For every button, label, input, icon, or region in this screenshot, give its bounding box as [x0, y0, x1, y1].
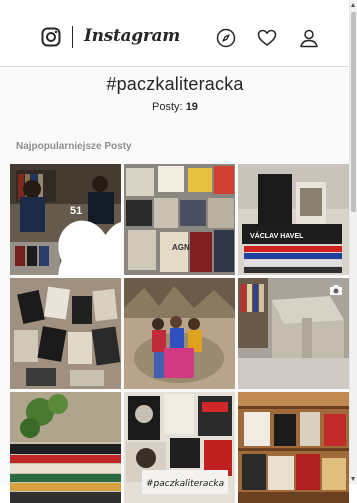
post-tile[interactable]: #paczkaliteracka [124, 392, 235, 503]
comment-filled-icon [58, 235, 121, 275]
post-photo: VÁCLAV HAVEL [238, 164, 349, 275]
book-spine-title: VÁCLAV HAVEL [250, 231, 304, 240]
post-photo [10, 392, 121, 503]
scrollbar-thumb[interactable] [351, 12, 356, 212]
post-tile[interactable] [238, 278, 349, 389]
profile-icon[interactable] [299, 28, 319, 48]
instagram-tag-page: Instagram #paczkaliteracka Posty: 19 Naj… [0, 0, 350, 503]
top-posts-heading: Najpopularniejsze Posty [16, 141, 132, 152]
compass-icon[interactable] [216, 28, 236, 48]
instagram-wordmark[interactable]: Instagram [84, 26, 180, 46]
posts-count-value: 19 [185, 101, 198, 113]
heart-icon[interactable] [257, 28, 277, 48]
posts-count: Posty: 19 [0, 101, 350, 113]
post-photo [10, 278, 121, 389]
camera-icon [330, 285, 342, 295]
top-navigation-bar: Instagram [0, 0, 350, 67]
post-tile[interactable]: 51 0 [10, 164, 121, 275]
post-tile[interactable]: AGNES [124, 164, 235, 275]
post-photo: AGNES [124, 164, 235, 275]
post-photo: #paczkaliteracka [124, 392, 235, 503]
scroll-down-arrow-icon[interactable] [351, 477, 355, 481]
post-tile[interactable]: VÁCLAV HAVEL [238, 164, 349, 275]
scroll-up-arrow-icon[interactable] [351, 3, 355, 7]
instagram-logo-icon[interactable] [41, 27, 61, 47]
post-tile[interactable] [10, 392, 121, 503]
hashtag-title: #paczkaliteracka [106, 74, 244, 94]
card-handwriting: #paczkaliteracka [146, 479, 224, 489]
posts-count-label: Posty: [152, 101, 183, 113]
likes-count: 51 [70, 205, 83, 217]
post-photo [238, 392, 349, 503]
post-photo [124, 278, 235, 389]
comments-count: 0 [70, 225, 77, 237]
post-tile[interactable] [10, 278, 121, 389]
vertical-scrollbar[interactable] [349, 0, 357, 484]
post-tile[interactable] [238, 392, 349, 503]
post-tile[interactable] [124, 278, 235, 389]
comments-stat: 0 [50, 224, 121, 275]
logo-divider [72, 26, 73, 48]
